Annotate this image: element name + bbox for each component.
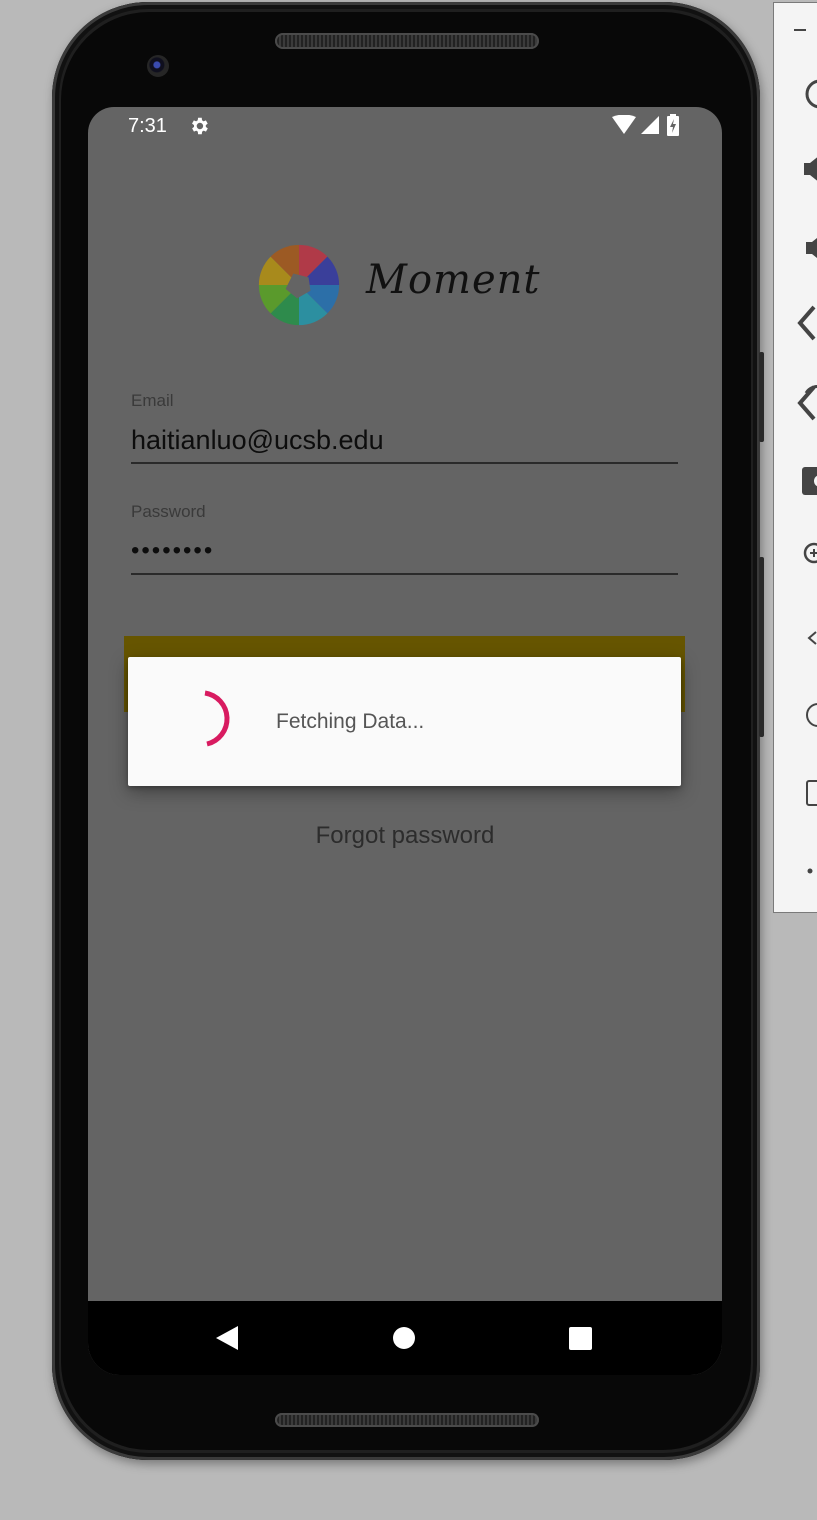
rotate-right-icon bbox=[797, 384, 817, 421]
password-underline bbox=[131, 573, 678, 575]
back-icon bbox=[807, 631, 817, 645]
minimize-icon bbox=[794, 29, 806, 31]
rotate-left-icon bbox=[797, 305, 816, 341]
power-icon bbox=[805, 79, 817, 109]
progress-dialog: Fetching Data... bbox=[128, 657, 681, 786]
volume-up-button[interactable] bbox=[796, 149, 817, 189]
loading-spinner-icon bbox=[204, 690, 230, 747]
volume-hardware-button bbox=[759, 352, 764, 442]
more-icon bbox=[807, 868, 813, 874]
dialog-message: Fetching Data... bbox=[276, 710, 425, 733]
emulator-home-button[interactable] bbox=[796, 695, 817, 735]
volume-down-button[interactable] bbox=[796, 228, 817, 268]
bottom-speaker bbox=[275, 1413, 539, 1427]
cell-signal-icon bbox=[641, 116, 659, 134]
camera-icon bbox=[802, 467, 817, 495]
more-button[interactable] bbox=[796, 853, 817, 893]
volume-up-icon bbox=[804, 157, 817, 181]
power-hardware-button bbox=[759, 557, 764, 737]
emulator-toolbar bbox=[773, 2, 817, 913]
navigation-bar bbox=[88, 1301, 722, 1375]
email-field[interactable]: haitianluo@ucsb.edu bbox=[131, 425, 384, 456]
volume-down-icon bbox=[806, 238, 817, 258]
zoom-in-icon bbox=[803, 542, 817, 564]
status-bar: 7:31 bbox=[88, 107, 722, 147]
overview-icon bbox=[806, 780, 817, 806]
zoom-button[interactable] bbox=[796, 535, 817, 575]
device-screen: 7:31 Moment Email haitianluo@ucsb.edu Pa… bbox=[88, 107, 722, 1375]
power-button[interactable] bbox=[796, 73, 817, 113]
aperture-logo-icon bbox=[258, 244, 340, 326]
front-camera bbox=[147, 55, 169, 77]
forgot-password-link[interactable]: Forgot password bbox=[88, 822, 722, 850]
emulator-back-button[interactable] bbox=[796, 618, 817, 658]
password-label: Password bbox=[131, 502, 206, 521]
gear-icon bbox=[192, 117, 208, 135]
back-icon bbox=[216, 1326, 238, 1350]
nav-home-button[interactable] bbox=[364, 1301, 444, 1375]
home-icon bbox=[806, 703, 817, 727]
status-time: 7:31 bbox=[128, 115, 167, 137]
home-icon bbox=[393, 1327, 415, 1349]
emulator-overview-button[interactable] bbox=[796, 773, 817, 813]
rotate-right-button[interactable] bbox=[796, 383, 817, 423]
screenshot-button[interactable] bbox=[796, 461, 817, 501]
email-label: Email bbox=[131, 391, 174, 410]
minimize-button[interactable] bbox=[792, 17, 817, 57]
app-title: Moment bbox=[366, 257, 541, 303]
wifi-icon bbox=[612, 115, 636, 134]
rotate-left-button[interactable] bbox=[796, 303, 817, 343]
nav-recents-button[interactable] bbox=[540, 1301, 620, 1375]
top-speaker bbox=[275, 33, 539, 49]
password-field[interactable]: •••••••• bbox=[131, 537, 214, 565]
battery-charging-icon bbox=[667, 114, 679, 136]
nav-back-button[interactable] bbox=[188, 1301, 268, 1375]
recents-icon bbox=[569, 1327, 592, 1350]
email-underline bbox=[131, 462, 678, 464]
